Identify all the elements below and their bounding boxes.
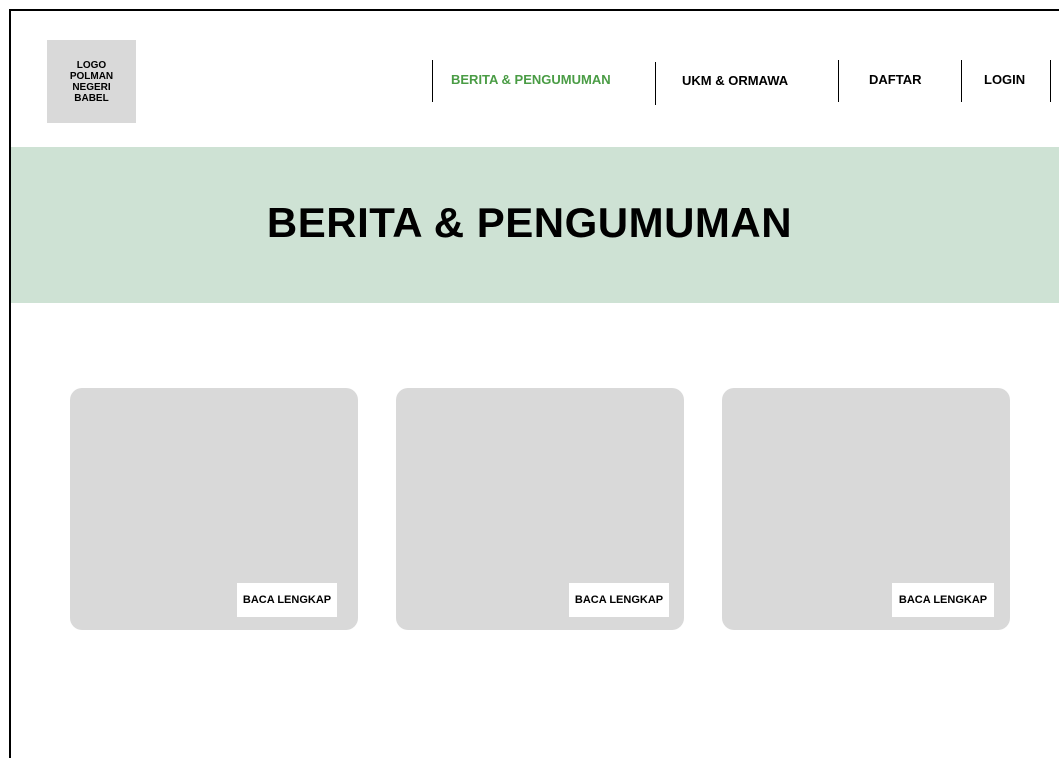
read-more-button[interactable]: BACA LENGKAP [892,583,994,617]
page-frame [9,9,1059,758]
news-card[interactable]: BACA LENGKAP [396,388,684,630]
nav-divider [838,60,839,102]
page-title: BERITA & PENGUMUMAN [266,199,793,246]
read-more-button[interactable]: BACA LENGKAP [569,583,669,617]
read-more-button[interactable]: BACA LENGKAP [237,583,337,617]
nav-divider [655,62,656,105]
nav-divider [432,60,433,102]
news-card[interactable]: BACA LENGKAP [722,388,1010,630]
nav-link-berita-pengumuman[interactable]: BERITA & PENGUMUMAN [451,72,611,87]
news-card[interactable]: BACA LENGKAP [70,388,358,630]
nav-link-ukm-ormawa[interactable]: UKM & ORMAWA [682,73,788,88]
nav-divider [1050,60,1051,102]
nav-link-daftar[interactable]: DAFTAR [869,72,921,87]
nav-link-login[interactable]: LOGIN [984,72,1025,87]
logo-text: LOGO POLMAN NEGERI BABEL [69,59,114,104]
logo-placeholder[interactable]: LOGO POLMAN NEGERI BABEL [47,40,136,123]
nav-divider [961,60,962,102]
